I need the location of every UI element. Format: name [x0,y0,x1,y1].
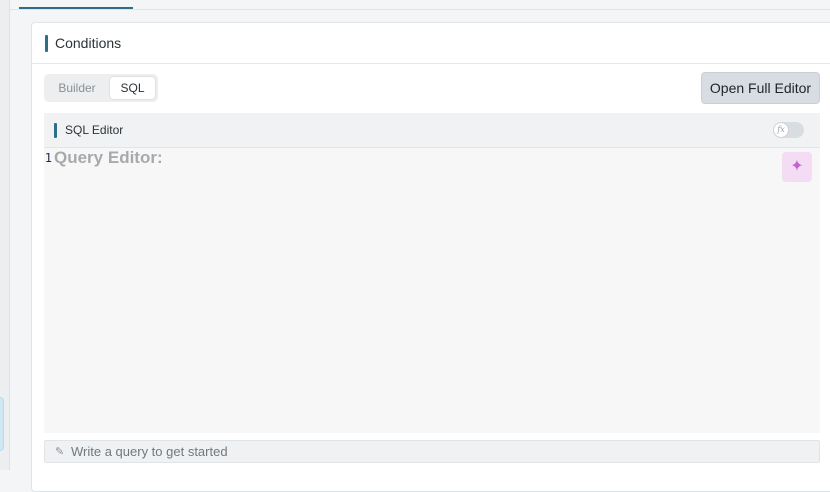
fx-icon: fx [774,123,788,137]
card-header: Conditions [32,23,830,64]
sql-editor-header: SQL Editor fx [44,113,820,148]
status-bar: ✎ Write a query to get started [44,440,820,463]
pencil-icon: ✎ [55,446,65,458]
top-tab-strip [10,0,830,10]
mode-segmented-control: Builder SQL [44,74,158,102]
editor-placeholder: Query Editor: [54,148,163,167]
status-text: Write a query to get started [71,444,228,459]
active-tab-indicator[interactable] [19,7,133,9]
card-title: Conditions [55,35,122,51]
query-editor[interactable]: 1 Query Editor: ✦ [44,148,820,433]
builder-tab[interactable]: Builder [47,77,107,99]
line-number: 1 [44,151,52,165]
sql-editor-title: SQL Editor [65,123,124,137]
sql-header-accent-bar [54,123,57,138]
panel-resize-handle[interactable] [0,397,4,451]
fx-toggle[interactable]: fx [773,122,804,138]
sql-tab[interactable]: SQL [110,77,155,99]
open-full-editor-button[interactable]: Open Full Editor [701,72,820,104]
header-accent-bar [45,35,48,52]
sparkle-icon[interactable]: ✦ [782,152,812,182]
